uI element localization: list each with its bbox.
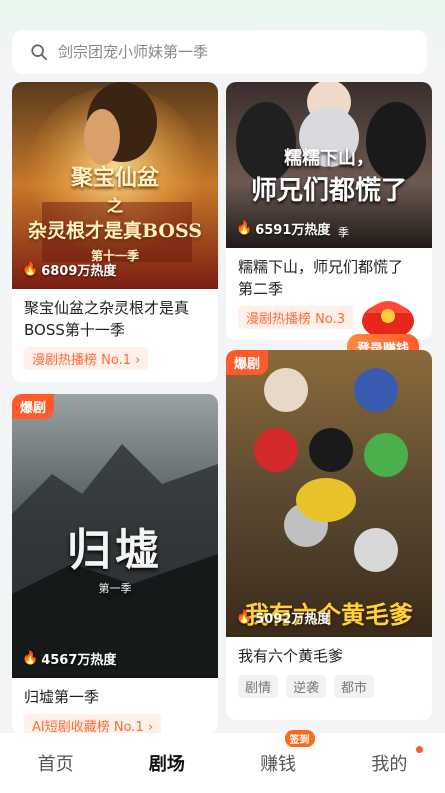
tab-home[interactable]: 首页 <box>0 750 111 776</box>
card-title: 聚宝仙盆之杂灵根才是真BOSS第十一季 <box>24 299 190 339</box>
poster-image: 聚宝仙盆 之 杂灵根才是真BOSS 第十一季 🔥 6809万热度 <box>12 82 218 289</box>
heat-count: 🔥 6809万热度 <box>22 260 116 279</box>
drama-card[interactable]: 归墟 第一季 爆剧 🔥 4567万热度 归墟第一季 AI短剧收藏榜 No.1 › <box>12 394 218 734</box>
card-title: 我有六个黄毛爹 <box>238 647 344 665</box>
search-input[interactable] <box>58 43 398 61</box>
heat-text: 6809万热度 <box>41 264 117 279</box>
hot-tag: 爆剧 <box>12 394 55 419</box>
search-icon <box>31 44 48 61</box>
poster-title-line: 之 <box>106 196 123 215</box>
tab-theater[interactable]: 剧场 <box>111 750 222 776</box>
bottom-tab-bar: 首页 剧场 赚钱 签到 我的 <box>0 730 445 793</box>
rank-badge[interactable]: 漫剧热播榜 No.1 › <box>24 347 149 370</box>
heat-text: 6591万热度 <box>255 223 331 238</box>
poster-image: 归墟 第一季 爆剧 🔥 4567万热度 <box>12 394 218 678</box>
rank-badge[interactable]: 漫剧热播榜 No.3 <box>238 306 353 329</box>
heat-text: 5092万热度 <box>255 612 331 627</box>
search-bar[interactable] <box>12 30 427 74</box>
flame-icon: 🔥 <box>236 221 253 236</box>
genre-tags: 剧情 逆袭 都市 <box>226 667 432 698</box>
card-title: 归墟第一季 <box>24 688 100 706</box>
rank-badge[interactable]: AI短剧收藏榜 No.1 › <box>24 714 162 734</box>
checkin-badge: 签到 <box>284 730 315 747</box>
drama-card[interactable]: 聚宝仙盆 之 杂灵根才是真BOSS 第十一季 🔥 6809万热度 聚宝仙盆之杂灵… <box>12 82 218 382</box>
heat-count: 🔥 4567万热度 <box>22 649 116 668</box>
tab-label: 我的 <box>371 754 408 775</box>
tab-label: 首页 <box>37 754 74 775</box>
tab-earn[interactable]: 赚钱 签到 <box>223 730 334 776</box>
tab-label: 剧场 <box>148 754 185 775</box>
poster-title-line: 归墟 <box>67 525 163 576</box>
hot-tag: 爆剧 <box>226 350 269 375</box>
heat-count: 🔥 6591万热度 <box>236 219 330 238</box>
flame-icon: 🔥 <box>22 651 39 666</box>
flame-icon: 🔥 <box>236 610 253 625</box>
genre-tag[interactable]: 逆袭 <box>286 675 327 698</box>
drama-card[interactable]: 我有六个黄毛爹 爆剧 🔥 5092万热度 我有六个黄毛爹 剧情 逆袭 都市 <box>226 350 432 720</box>
poster-title-line: 杂灵根才是真BOSS <box>28 220 202 242</box>
poster-subtitle: 第一季 <box>98 582 132 595</box>
poster-title-line: 糯糯下山， <box>284 148 374 169</box>
poster-image: 我有六个黄毛爹 爆剧 🔥 5092万热度 <box>226 350 432 637</box>
heat-text: 4567万热度 <box>41 653 117 668</box>
tab-label: 赚钱 <box>260 754 297 775</box>
poster-image: 糯糯下山， 师兄们都慌了 季 🔥 6591万热度 <box>226 82 432 248</box>
poster-title-line: 聚宝仙盆 <box>70 165 159 191</box>
flame-icon: 🔥 <box>22 262 39 277</box>
genre-tag[interactable]: 都市 <box>334 675 375 698</box>
genre-tag[interactable]: 剧情 <box>238 675 279 698</box>
poster-subtitle: 季 <box>338 226 349 239</box>
notification-dot <box>415 746 423 753</box>
tab-mine[interactable]: 我的 <box>334 746 445 776</box>
poster-title-line: 师兄们都慌了 <box>250 176 407 206</box>
heat-count: 🔥 5092万热度 <box>236 608 330 627</box>
